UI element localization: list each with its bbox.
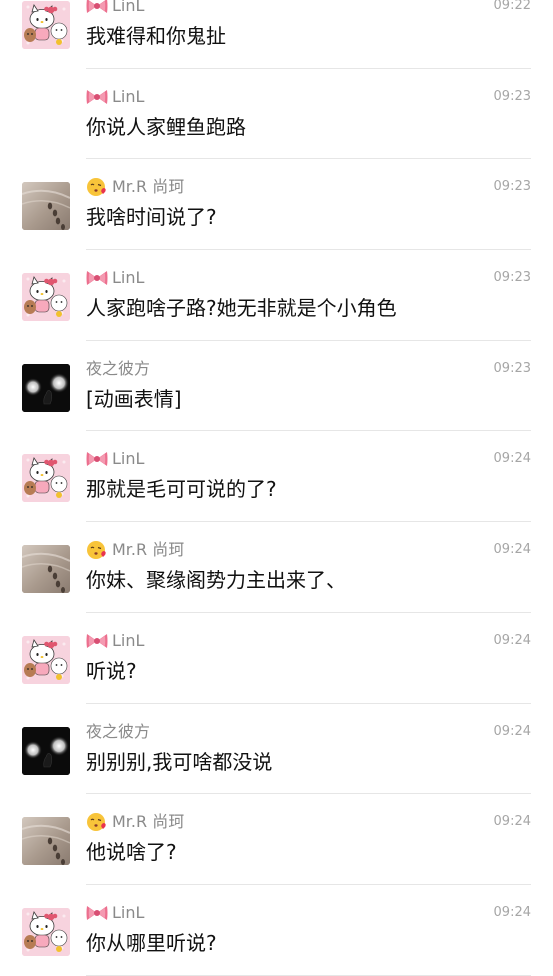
- message-text[interactable]: 听说?: [86, 657, 137, 685]
- sender-name: Mr.R 尚珂: [86, 177, 184, 197]
- message-item[interactable]: Mr.R 尚珂 09:24 他说啥了?: [0, 794, 553, 885]
- message-text[interactable]: 我难得和你鬼扯: [86, 22, 226, 50]
- sender-name: Mr.R 尚珂: [86, 812, 184, 832]
- message-timestamp: 09:23: [493, 88, 531, 104]
- sender-name-label: Mr.R 尚珂: [112, 177, 185, 197]
- message-item[interactable]: Mr.R 尚珂 09:24 你妹、聚缘阁势力主出来了、: [0, 522, 553, 613]
- message-timestamp: 09:23: [493, 360, 531, 376]
- avatar[interactable]: [22, 817, 70, 866]
- sender-name: Mr.R 尚珂: [86, 540, 184, 560]
- message-timestamp: 09:23: [493, 270, 531, 286]
- bow-icon: [86, 268, 108, 288]
- sender-name-label: Mr.R 尚珂: [112, 812, 185, 832]
- message-text[interactable]: 你说人家鲤鱼跑路: [86, 113, 246, 141]
- sender-name-label: Mr.R 尚珂: [112, 540, 185, 560]
- sender-name: 夜之彼方: [86, 722, 150, 742]
- message-timestamp: 09:23: [493, 179, 531, 195]
- message-text[interactable]: [动画表情]: [86, 385, 182, 413]
- avatar[interactable]: [22, 635, 70, 684]
- message-timestamp: 09:24: [493, 451, 531, 467]
- sender-name-label: LinL: [112, 449, 145, 469]
- sender-name: LinL: [86, 268, 144, 288]
- message-item[interactable]: 夜之彼方 09:23 [动画表情]: [0, 341, 553, 432]
- message-item[interactable]: LinL 09:24 你从哪里听说?: [0, 885, 553, 976]
- bow-icon: [86, 449, 108, 469]
- message-item[interactable]: LinL 09:24 那就是毛可可说的了?: [0, 431, 553, 523]
- bow-icon: [86, 0, 108, 16]
- message-timestamp: 09:24: [493, 723, 531, 739]
- message-text[interactable]: 别别别,我可啥都没说: [86, 748, 272, 776]
- message-item[interactable]: LinL 09:24 听说?: [0, 613, 553, 704]
- sender-name-label: LinL: [112, 630, 145, 650]
- sender-name-label: LinL: [112, 268, 145, 288]
- sender-name: LinL: [86, 903, 144, 923]
- message-item[interactable]: LinL 09:23 人家跑啥子路?她无非就是个小角色: [0, 250, 553, 341]
- bow-icon: [86, 631, 108, 651]
- message-text[interactable]: 我啥时间说了?: [86, 203, 217, 231]
- avatar[interactable]: [22, 182, 70, 231]
- message-text[interactable]: 你从哪里听说?: [86, 929, 217, 957]
- sender-name: LinL: [86, 449, 144, 469]
- message-timestamp: 09:22: [493, 0, 531, 13]
- message-timestamp: 09:24: [493, 904, 531, 920]
- chat-message-list[interactable]: LinL 09:22 我难得和你鬼扯 LinL 09:23 你说人家鲤鱼跑路 M…: [0, 0, 553, 976]
- message-text[interactable]: 那就是毛可可说的了?: [86, 475, 277, 503]
- avatar[interactable]: [22, 726, 70, 775]
- avatar[interactable]: [22, 454, 70, 503]
- bow-icon: [86, 87, 108, 107]
- kiss-face-icon: [86, 812, 108, 832]
- avatar[interactable]: [22, 363, 70, 412]
- sender-name-label: LinL: [112, 86, 145, 106]
- sender-name: LinL: [86, 0, 144, 16]
- sender-name: LinL: [86, 631, 144, 651]
- kiss-face-icon: [86, 540, 108, 560]
- message-timestamp: 09:24: [493, 632, 531, 648]
- sender-name-label: 夜之彼方: [86, 358, 151, 378]
- sender-name-label: 夜之彼方: [86, 721, 151, 741]
- avatar[interactable]: [22, 907, 70, 956]
- message-timestamp: 09:24: [493, 542, 531, 558]
- sender-name: LinL: [86, 87, 144, 107]
- sender-name-label: LinL: [112, 902, 145, 922]
- avatar[interactable]: [22, 1, 70, 49]
- sender-name-label: LinL: [112, 0, 145, 15]
- message-item[interactable]: LinL 09:23 你说人家鲤鱼跑路: [0, 69, 553, 160]
- message-item[interactable]: Mr.R 尚珂 09:23 我啥时间说了?: [0, 159, 553, 251]
- sender-name: 夜之彼方: [86, 359, 150, 379]
- kiss-face-icon: [86, 177, 108, 197]
- message-item[interactable]: 夜之彼方 09:24 别别别,我可啥都没说: [0, 704, 553, 795]
- message-text[interactable]: 他说啥了?: [86, 838, 177, 866]
- avatar[interactable]: [22, 273, 70, 322]
- message-text[interactable]: 人家跑啥子路?她无非就是个小角色: [86, 294, 397, 322]
- message-item[interactable]: LinL 09:22 我难得和你鬼扯: [0, 0, 553, 69]
- message-text[interactable]: 你妹、聚缘阁势力主出来了、: [86, 566, 346, 594]
- avatar[interactable]: [22, 545, 70, 594]
- bow-icon: [86, 903, 108, 923]
- message-divider: [86, 974, 531, 976]
- message-timestamp: 09:24: [493, 814, 531, 830]
